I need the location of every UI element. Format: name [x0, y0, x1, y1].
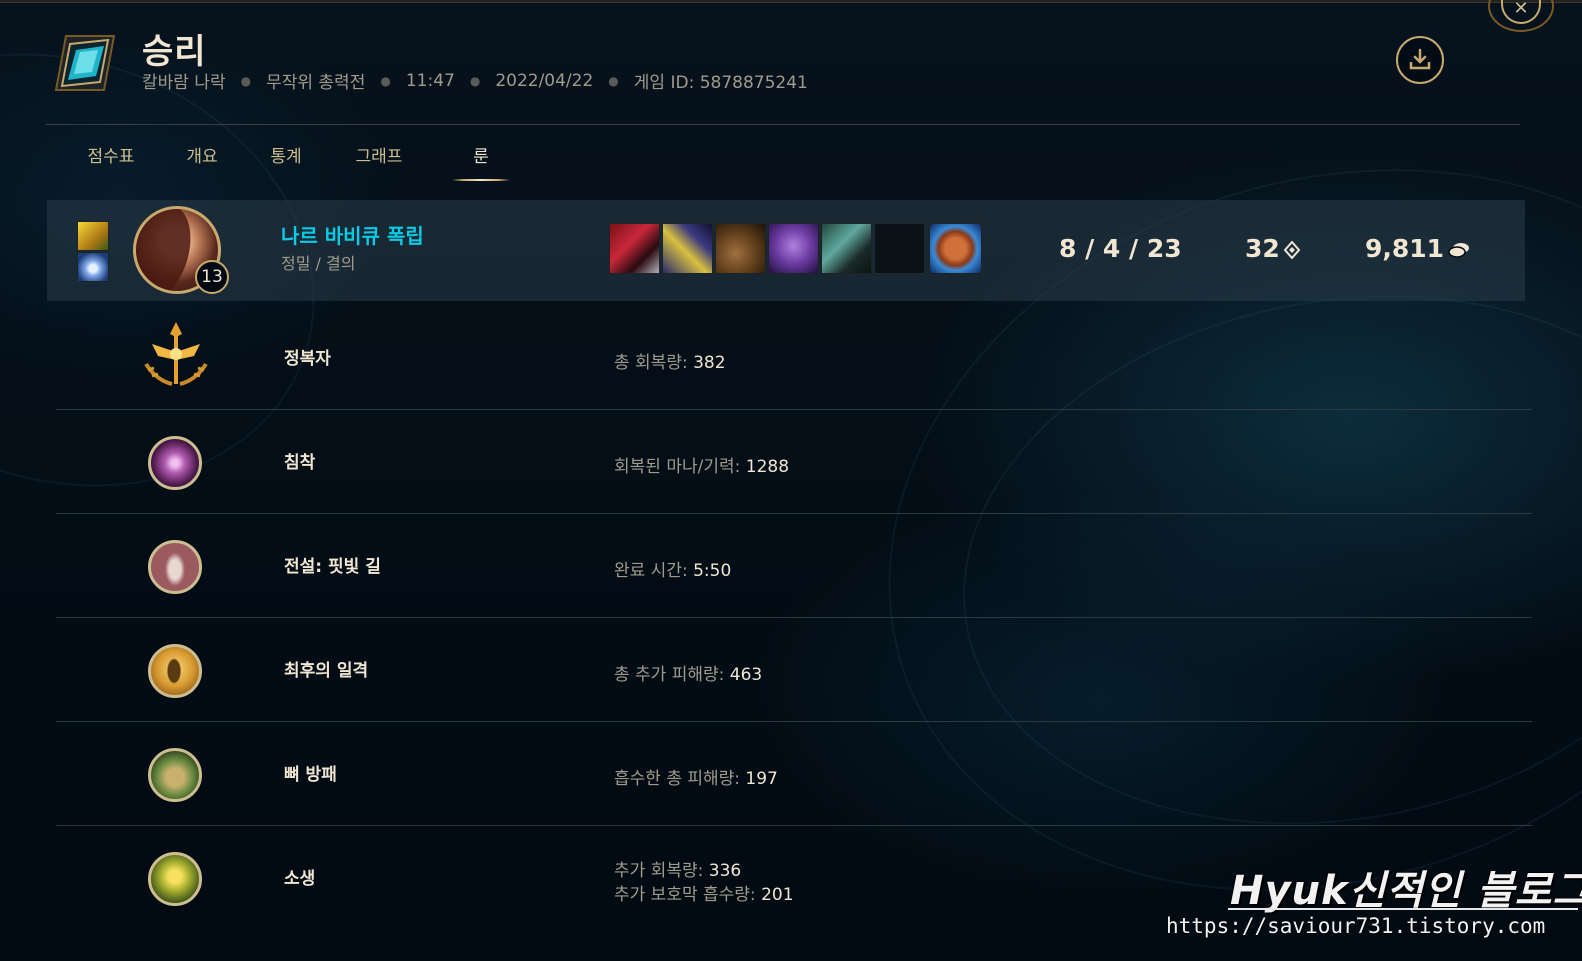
- gold-icon: [1448, 243, 1470, 258]
- gold-earned: 9,811: [1365, 234, 1470, 263]
- empty-item-slot: [874, 223, 925, 274]
- rune-name: 소생: [284, 869, 316, 889]
- summoner-name[interactable]: 나르 바비큐 폭립: [281, 220, 424, 249]
- rune-stat: 추가 회복량: 336: [614, 856, 741, 881]
- rune-stat-value: 382: [693, 353, 726, 373]
- rune-stat: 총 추가 피해량: 463: [614, 660, 762, 685]
- tab-scoreboard[interactable]: 점수표: [76, 142, 146, 181]
- header-divider: [46, 124, 1520, 125]
- conqueror-icon: [144, 322, 208, 386]
- rune-stat: 완료 시간: 5:50: [614, 556, 731, 581]
- rune-stat-value: 201: [761, 885, 794, 905]
- rune-row: 뼈 방패 흡수한 총 피해량: 197: [56, 722, 1532, 826]
- download-button[interactable]: [1396, 36, 1444, 84]
- mark-snowball-spell-icon: [77, 252, 109, 282]
- rune-name: 최후의 일격: [284, 661, 369, 681]
- victory-crest-icon: [54, 35, 116, 91]
- player-row: 13 나르 바비큐 폭립 정밀 / 결의 8 / 4 / 23 32 9,811: [47, 200, 1525, 301]
- match-meta: 칼바람 나락 ● 무작위 총력전 ● 11:47 ● 2022/04/22 ● …: [142, 68, 808, 94]
- rune-stat-value: 197: [745, 769, 778, 789]
- window-top-border: [0, 0, 1582, 3]
- item-bar: [609, 223, 984, 274]
- item-5-icon[interactable]: [821, 223, 872, 274]
- watermark-underline: [1228, 908, 1578, 910]
- rune-name: 뼈 방패: [284, 765, 337, 785]
- tab-bar: 점수표 개요 통계 그래프 룬: [62, 142, 524, 181]
- separator-dot: ●: [240, 73, 252, 88]
- item-3-icon[interactable]: [715, 223, 766, 274]
- kda: 8 / 4 / 23: [1059, 234, 1182, 263]
- rune-stat-label: 추가 보호막 흡수량:: [614, 885, 762, 905]
- rune-stat-label: 완료 시간:: [614, 561, 694, 581]
- revitalize-icon: [148, 852, 202, 906]
- champion-level: 13: [195, 260, 229, 294]
- result-title: 승리: [142, 32, 207, 72]
- coup-de-grace-icon: [148, 644, 202, 698]
- rune-stat-value: 463: [729, 665, 763, 685]
- rune-row: 최후의 일격 총 추가 피해량: 463: [56, 618, 1532, 722]
- rune-stat-label: 총 회복량:: [614, 353, 694, 373]
- item-2-icon[interactable]: [662, 223, 713, 274]
- minion-icon: [1283, 241, 1300, 259]
- legend-bloodline-icon: [148, 540, 202, 594]
- rune-stat: 총 회복량: 382: [614, 348, 726, 373]
- gold-value: 9,811: [1365, 234, 1445, 263]
- game-date: 2022/04/22: [495, 70, 594, 91]
- rune-row: 전설: 핏빛 길 완료 시간: 5:50: [56, 514, 1532, 618]
- rune-name: 침착: [284, 453, 316, 473]
- cs-value: 32: [1245, 234, 1280, 263]
- poro-snax-icon[interactable]: [929, 223, 982, 274]
- rune-stat-label: 흡수한 총 피해량:: [614, 769, 746, 789]
- watermark-url: https://saviour731.tistory.com: [1166, 914, 1546, 938]
- game-id: 게임 ID: 5878875241: [633, 73, 808, 93]
- map-name: 칼바람 나락: [142, 73, 226, 93]
- rune-paths: 정밀 / 결의: [281, 254, 356, 273]
- rune-stat: 회복된 마나/기력: 1288: [614, 452, 789, 477]
- separator-dot: ●: [469, 73, 481, 88]
- rune-stat-label: 추가 회복량:: [614, 861, 709, 881]
- rune-name: 정복자: [284, 349, 331, 369]
- rune-stat-label: 총 추가 피해량:: [614, 665, 730, 685]
- creep-score: 32: [1245, 234, 1300, 263]
- rune-row: 정복자 총 회복량: 382: [56, 306, 1532, 410]
- tab-runes[interactable]: 룬: [452, 142, 510, 181]
- game-duration: 11:47: [405, 70, 455, 91]
- rune-stat: 흡수한 총 피해량: 197: [614, 764, 778, 789]
- flash-spell-icon: [77, 221, 109, 251]
- rune-stat: 추가 보호막 흡수량: 201: [614, 880, 794, 905]
- game-mode: 무작위 총력전: [266, 73, 366, 93]
- rune-stat-value: 336: [708, 861, 742, 881]
- bone-plating-icon: [148, 748, 202, 802]
- rune-row: 침착 회복된 마나/기력: 1288: [56, 410, 1532, 514]
- tab-stats[interactable]: 통계: [260, 142, 312, 181]
- close-icon: ✕: [1501, 0, 1541, 24]
- tab-graph[interactable]: 그래프: [344, 142, 414, 181]
- presence-of-mind-icon: [148, 436, 202, 490]
- rune-stat-value: 1288: [745, 457, 790, 477]
- item-1-icon[interactable]: [609, 223, 660, 274]
- rune-stat-label: 회복된 마나/기력:: [614, 457, 746, 477]
- download-icon: [1409, 48, 1431, 70]
- separator-dot: ●: [380, 73, 391, 88]
- rune-stat-value: 5:50: [693, 561, 732, 581]
- tab-overview[interactable]: 개요: [176, 142, 228, 181]
- rune-name: 전설: 핏빛 길: [284, 557, 381, 577]
- item-4-icon[interactable]: [768, 223, 819, 274]
- separator-dot: ●: [608, 73, 619, 88]
